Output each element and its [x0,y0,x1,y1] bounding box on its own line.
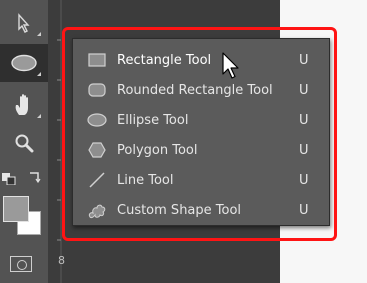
zoom-tool[interactable] [0,124,48,162]
zoom-icon [15,134,34,153]
quick-mask-icon[interactable] [10,256,32,272]
ellipse-icon [11,54,37,72]
path-selection-icon [18,13,30,33]
hand-tool[interactable] [0,86,48,124]
ruler [57,0,62,283]
ruler-label: 8 [58,254,65,267]
foreground-color-swatch[interactable] [3,196,29,222]
red-highlight-box [62,27,337,241]
default-colors-icon[interactable] [2,170,16,186]
ellipse-tool[interactable] [0,44,48,82]
mouse-cursor-icon [222,52,239,79]
swap-colors-icon[interactable] [28,168,42,184]
tools-panel [0,0,48,283]
path-selection-tool[interactable] [0,4,48,42]
hand-icon [15,94,28,115]
